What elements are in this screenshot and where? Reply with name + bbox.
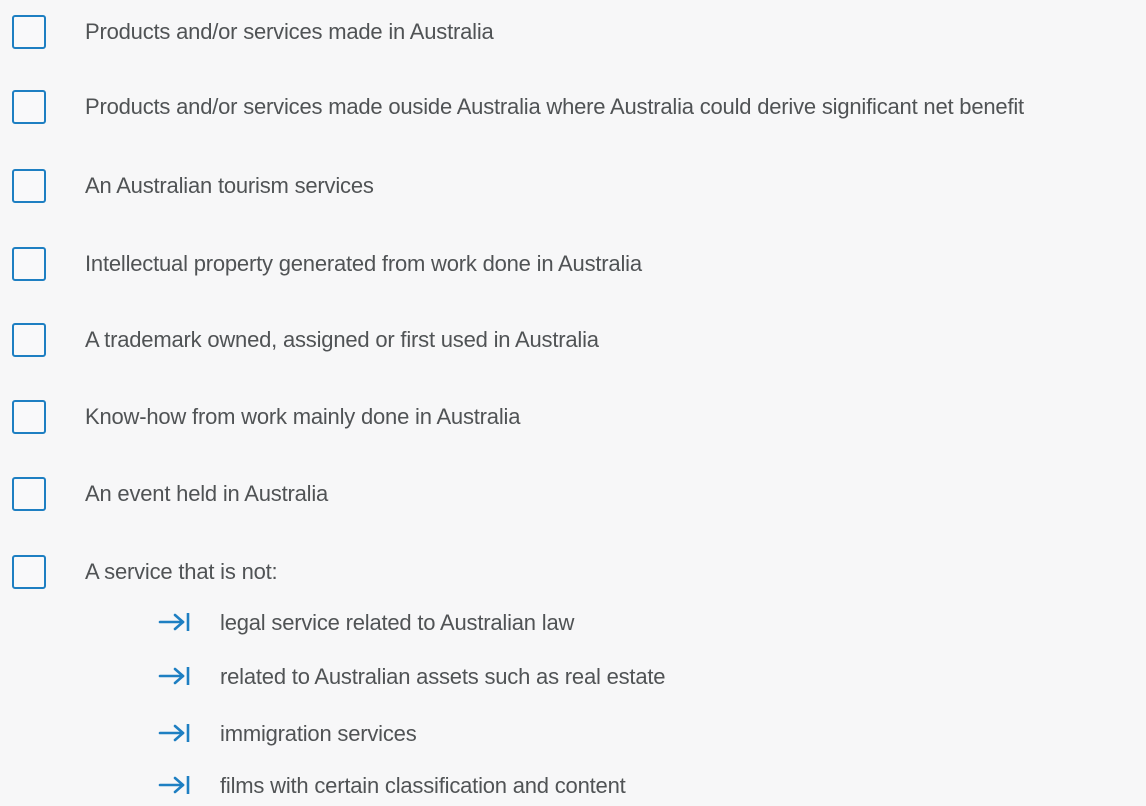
exclusion-label: legal service related to Australian law <box>220 610 575 635</box>
exclusion-label: immigration services <box>220 721 417 746</box>
exclusion-item: films with certain classification and co… <box>0 766 1146 806</box>
option-label: Intellectual property generated from wor… <box>85 251 642 276</box>
option-know-how[interactable]: Know-how from work mainly done in Austra… <box>0 393 1146 443</box>
option-made-in-australia[interactable]: Products and/or services made in Austral… <box>0 8 1146 58</box>
arrow-to-right-icon <box>158 613 190 631</box>
checkbox[interactable] <box>12 90 46 124</box>
checkbox[interactable] <box>12 247 46 281</box>
checkbox[interactable] <box>12 555 46 589</box>
checkbox[interactable] <box>12 169 46 203</box>
option-tourism-services[interactable]: An Australian tourism services <box>0 162 1146 212</box>
option-label: A trademark owned, assigned or first use… <box>85 327 599 352</box>
option-trademark[interactable]: A trademark owned, assigned or first use… <box>0 316 1146 366</box>
option-label: An event held in Australia <box>85 481 329 506</box>
arrow-to-right-icon <box>158 724 190 742</box>
checkbox[interactable] <box>12 15 46 49</box>
option-label: Products and/or services made ouside Aus… <box>85 94 1024 119</box>
exclusion-item: immigration services <box>0 714 1146 754</box>
arrow-to-right-icon <box>158 776 190 794</box>
arrow-to-right-icon <box>158 667 190 685</box>
option-label: An Australian tourism services <box>85 173 374 198</box>
checkbox[interactable] <box>12 323 46 357</box>
exclusion-label: films with certain classification and co… <box>220 773 626 798</box>
exclusion-item: legal service related to Australian law <box>0 603 1146 643</box>
option-label: A service that is not: <box>85 559 278 584</box>
eligibility-checklist: Products and/or services made in Austral… <box>0 0 1146 806</box>
option-label: Know-how from work mainly done in Austra… <box>85 404 521 429</box>
option-event[interactable]: An event held in Australia <box>0 470 1146 520</box>
exclusion-label: related to Australian assets such as rea… <box>220 664 666 689</box>
option-label: Products and/or services made in Austral… <box>85 19 494 44</box>
option-made-outside-australia[interactable]: Products and/or services made ouside Aus… <box>0 83 1146 133</box>
checkbox[interactable] <box>12 477 46 511</box>
checkbox[interactable] <box>12 400 46 434</box>
exclusion-item: related to Australian assets such as rea… <box>0 657 1146 697</box>
option-service-not[interactable]: A service that is not: <box>0 548 1146 598</box>
option-intellectual-property[interactable]: Intellectual property generated from wor… <box>0 240 1146 290</box>
